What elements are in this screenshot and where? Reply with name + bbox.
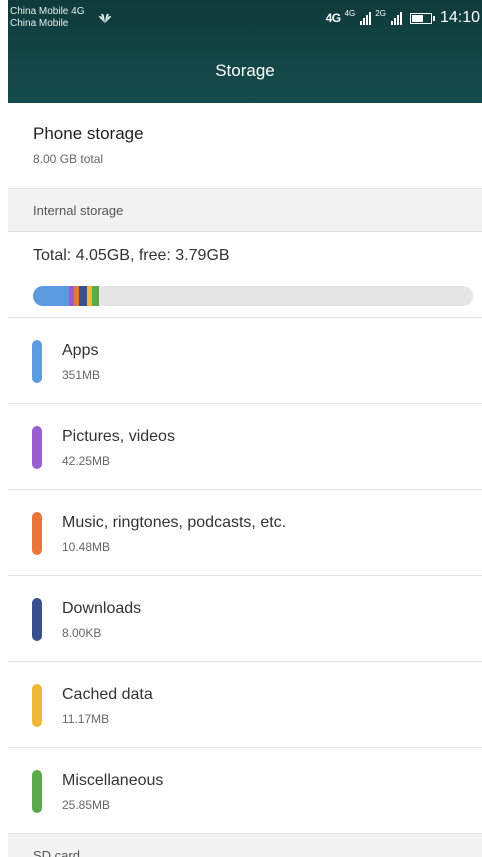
storage-category-item[interactable]: Pictures, videos 42.25MB xyxy=(8,404,482,490)
status-bar: China Mobile 4G China Mobile 4G 4G 2G 14… xyxy=(8,0,482,42)
sd-card-header: SD card xyxy=(8,834,482,857)
category-name: Miscellaneous xyxy=(62,772,164,789)
network-tag-2: 2G xyxy=(375,8,386,18)
category-name: Downloads xyxy=(62,600,142,617)
carrier-line-1: China Mobile 4G xyxy=(10,6,85,17)
category-name: Music, ringtones, podcasts, etc. xyxy=(62,514,287,531)
storage-category-item[interactable]: Downloads 8.00KB xyxy=(8,576,482,662)
category-size: 42.25MB xyxy=(62,454,111,468)
usage-bar-segment xyxy=(33,286,69,306)
category-size: 25.85MB xyxy=(62,798,111,812)
category-color-swatch xyxy=(32,684,42,727)
network-type-label: 4G xyxy=(325,11,342,25)
usage-bar-segment xyxy=(79,286,88,306)
category-size: 8.00KB xyxy=(62,626,102,640)
category-color-swatch xyxy=(32,426,42,469)
category-list: Apps 351MB Pictures, videos 42.25MB Music, r… xyxy=(8,318,482,834)
phone-storage-item[interactable]: Phone storage 8.00 GB total xyxy=(8,103,482,189)
signal-strength-2-icon xyxy=(390,11,402,25)
storage-category-item[interactable]: Music, ringtones, podcasts, etc. 10.48MB xyxy=(8,490,482,576)
app-header: China Mobile 4G China Mobile 4G 4G 2G 14… xyxy=(8,0,482,103)
category-color-swatch xyxy=(32,340,42,383)
phone-storage-subtitle: 8.00 GB total xyxy=(33,152,104,166)
phone-storage-title: Phone storage xyxy=(33,124,144,143)
internal-storage-header: Internal storage xyxy=(8,189,482,232)
category-name: Apps xyxy=(62,342,99,359)
storage-category-item[interactable]: Cached data 11.17MB xyxy=(8,662,482,748)
category-color-swatch xyxy=(32,598,42,641)
page-title: Storage xyxy=(215,61,275,80)
category-color-swatch xyxy=(32,512,42,555)
category-size: 10.48MB xyxy=(62,540,111,554)
category-size: 11.17MB xyxy=(62,712,110,726)
storage-category-item[interactable]: Apps 351MB xyxy=(8,318,482,404)
storage-usage-bar xyxy=(33,286,473,306)
category-color-swatch xyxy=(32,770,42,813)
usage-bar-segment xyxy=(92,286,99,306)
category-name: Pictures, videos xyxy=(62,428,175,445)
category-size: 351MB xyxy=(62,368,101,382)
internal-storage-summary: Total: 4.05GB, free: 3.79GB xyxy=(8,232,482,318)
carrier-info: China Mobile 4G China Mobile xyxy=(10,6,84,30)
total-free-text: Total: 4.05GB, free: 3.79GB xyxy=(33,247,230,264)
huawei-logo-icon xyxy=(99,13,111,23)
storage-category-item[interactable]: Miscellaneous 25.85MB xyxy=(8,748,482,834)
signal-strength-icon xyxy=(360,11,372,25)
storage-content: Phone storage 8.00 GB total Internal sto… xyxy=(8,103,482,857)
clock: 14:10 xyxy=(439,9,480,26)
battery-icon xyxy=(409,12,435,24)
carrier-line-2: China Mobile xyxy=(10,18,69,29)
network-tag-1: 4G xyxy=(344,8,356,18)
status-indicators: 4G 4G 2G 14:10 xyxy=(326,9,480,27)
category-name: Cached data xyxy=(62,686,153,703)
